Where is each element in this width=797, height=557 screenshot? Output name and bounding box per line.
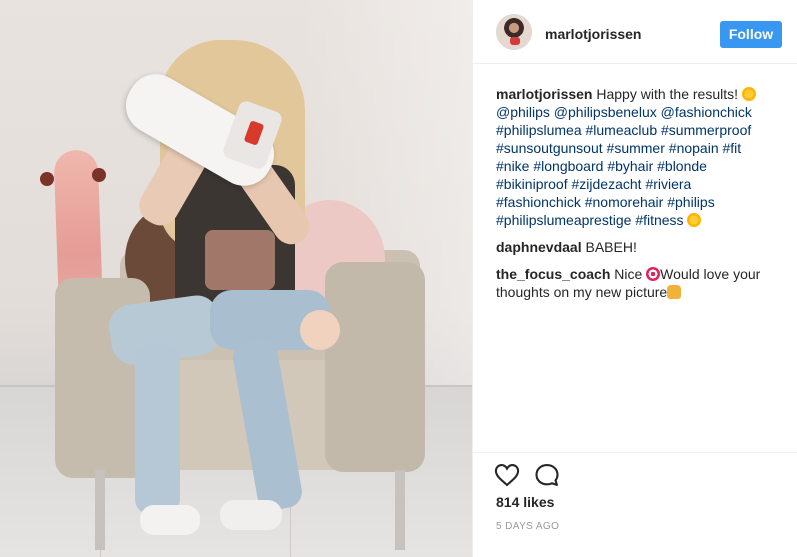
armchair-arm-right bbox=[325, 262, 425, 472]
comment-text: BABEH! bbox=[585, 239, 637, 255]
action-bar bbox=[473, 452, 797, 487]
hashtag-link[interactable]: #fit bbox=[723, 140, 742, 156]
post-photo[interactable] bbox=[0, 0, 472, 557]
post-timestamp[interactable]: 5 DAYS AGO bbox=[496, 521, 559, 532]
like-count[interactable]: 814 likes bbox=[496, 494, 554, 510]
hashtag-link[interactable]: #blonde bbox=[657, 158, 707, 174]
target-emoji-icon bbox=[646, 267, 661, 281]
tshirt-print bbox=[205, 230, 275, 290]
hashtag-link[interactable]: #philips bbox=[667, 194, 714, 210]
hashtag-link[interactable]: #fitness bbox=[635, 212, 683, 228]
jeans-leg-left bbox=[135, 345, 180, 515]
hashtag-link[interactable]: #zijdezacht bbox=[572, 176, 642, 192]
comment-username[interactable]: the_focus_coach bbox=[496, 266, 610, 282]
avatar-detail bbox=[510, 37, 520, 45]
hashtag-link[interactable]: #bikiniproof bbox=[496, 176, 568, 192]
hashtag-link[interactable]: #byhair bbox=[607, 158, 653, 174]
caption-text: Happy with the results! bbox=[596, 86, 738, 102]
armchair-leg bbox=[95, 470, 105, 550]
caption: marlotjorissen Happy with the results! @… bbox=[496, 85, 784, 229]
hashtag-link[interactable]: #nike bbox=[496, 158, 529, 174]
sneaker-right bbox=[220, 500, 282, 530]
comment-item: the_focus_coach Nice Would love your tho… bbox=[496, 265, 784, 301]
mention-link[interactable]: @philips bbox=[496, 104, 550, 120]
sun-emoji-icon bbox=[687, 213, 702, 227]
sun-emoji-icon bbox=[741, 87, 756, 101]
hashtag-link[interactable]: #riviera bbox=[645, 176, 691, 192]
comments-list: marlotjorissen Happy with the results! @… bbox=[496, 85, 784, 310]
hashtag-link[interactable]: #longboard bbox=[533, 158, 603, 174]
header-username[interactable]: marlotjorissen bbox=[545, 26, 641, 42]
post-header: marlotjorissen Follow bbox=[473, 0, 797, 64]
mention-link[interactable]: @fashionchick bbox=[661, 104, 752, 120]
post-sidebar: marlotjorissen Follow marlotjorissen Hap… bbox=[472, 0, 797, 557]
mention-link[interactable]: @philipsbenelux bbox=[554, 104, 657, 120]
comment-bubble-icon[interactable] bbox=[533, 461, 561, 489]
caption-username[interactable]: marlotjorissen bbox=[496, 86, 592, 102]
longboard-wheel bbox=[92, 168, 106, 182]
avatar[interactable] bbox=[496, 14, 532, 50]
hashtag-link[interactable]: #nopain bbox=[669, 140, 719, 156]
armchair-leg bbox=[395, 470, 405, 550]
longboard-wheel bbox=[40, 172, 54, 186]
hashtag-link[interactable]: #sunsoutgunsout bbox=[496, 140, 603, 156]
hashtag-link[interactable]: #nomorehair bbox=[585, 194, 664, 210]
comment-username[interactable]: daphnevdaal bbox=[496, 239, 582, 255]
comment-text: Nice bbox=[614, 266, 643, 282]
hashtag-link[interactable]: #summerproof bbox=[661, 122, 751, 138]
hashtag-link[interactable]: #philipslumeaprestige bbox=[496, 212, 631, 228]
comment-item: daphnevdaal BABEH! bbox=[496, 238, 784, 256]
knee bbox=[300, 310, 340, 350]
praying-hands-emoji-icon bbox=[667, 285, 682, 299]
hashtag-link[interactable]: #summer bbox=[607, 140, 665, 156]
hashtag-link[interactable]: #fashionchick bbox=[496, 194, 581, 210]
sneaker-left bbox=[140, 505, 200, 535]
hashtag-link[interactable]: #lumeaclub bbox=[586, 122, 658, 138]
follow-button[interactable]: Follow bbox=[720, 21, 782, 48]
hashtag-link[interactable]: #philipslumea bbox=[496, 122, 582, 138]
heart-icon[interactable] bbox=[493, 461, 521, 489]
